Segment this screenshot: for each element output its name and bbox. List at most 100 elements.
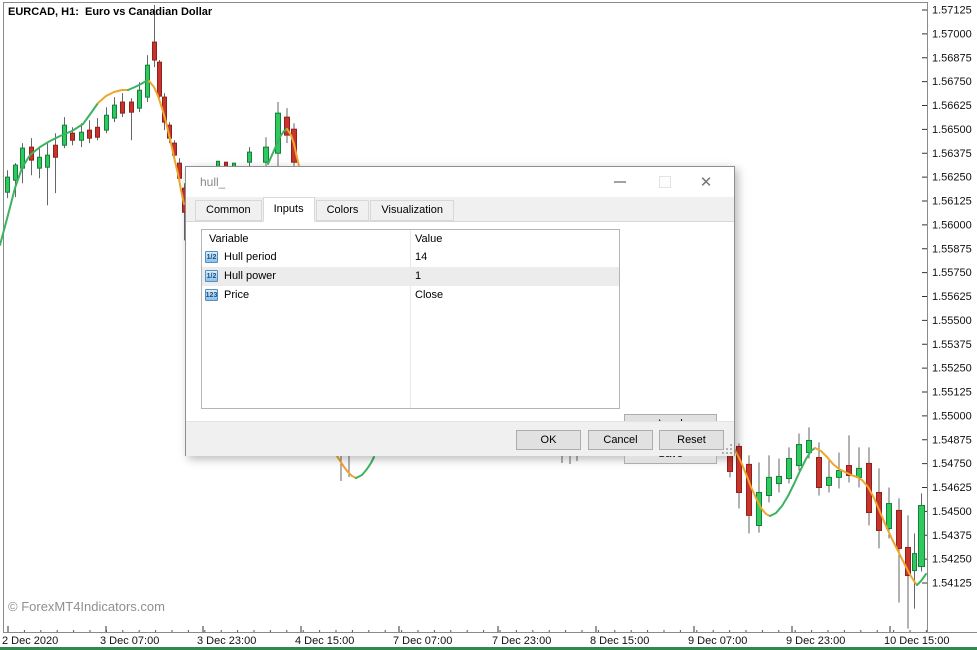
candle xyxy=(897,510,902,548)
minimize-icon xyxy=(614,181,626,183)
candle xyxy=(837,471,842,478)
candle xyxy=(14,165,18,180)
candle xyxy=(777,476,782,483)
dialog-content: Variable Value 1/2 Hull period 14 1/2 Hu… xyxy=(186,222,734,421)
price-tick-label: 1.55375 xyxy=(932,339,972,351)
time-tick-label: 4 Dec 15:00 xyxy=(295,635,354,647)
candle xyxy=(46,155,50,167)
price-tick-label: 1.56375 xyxy=(932,148,972,160)
price-tick-label: 1.55000 xyxy=(932,410,972,422)
resize-grip-icon[interactable] xyxy=(722,444,733,455)
price-tick-label: 1.56875 xyxy=(932,52,972,64)
price-tick-label: 1.54125 xyxy=(932,578,972,590)
time-axis[interactable]: 2 Dec 20203 Dec 07:003 Dec 23:004 Dec 15… xyxy=(2,626,949,647)
candle xyxy=(887,504,892,529)
candle xyxy=(105,115,109,130)
candle xyxy=(797,445,802,466)
param-value[interactable]: 1 xyxy=(415,267,421,286)
table-row-hull-power[interactable]: 1/2 Hull power 1 xyxy=(202,267,619,286)
candle xyxy=(153,42,157,60)
candle xyxy=(747,464,752,515)
candle xyxy=(130,102,134,112)
price-tick-label: 1.56000 xyxy=(932,219,972,231)
table-row-price[interactable]: 123 Price Close xyxy=(202,286,619,305)
candle xyxy=(827,477,832,485)
candle xyxy=(158,62,162,96)
watermark: © ForexMT4Indicators.com xyxy=(8,599,165,614)
candle xyxy=(88,130,92,138)
numeric-param-icon: 1/2 xyxy=(205,251,218,263)
time-tick-label: 9 Dec 23:00 xyxy=(786,635,845,647)
price-tick-label: 1.55750 xyxy=(932,267,972,279)
candle xyxy=(264,147,269,162)
price-tick-label: 1.55625 xyxy=(932,291,972,303)
dialog-footer: OK Cancel Reset xyxy=(186,421,734,456)
candle xyxy=(71,133,75,140)
candle xyxy=(80,132,84,140)
price-tick-label: 1.57000 xyxy=(932,28,972,40)
candle xyxy=(6,177,10,192)
price-tick-label: 1.57125 xyxy=(932,5,972,17)
indicator-dialog: hull_ ✕ Common Inputs Colors Visualizati… xyxy=(185,166,735,456)
close-icon: ✕ xyxy=(700,175,713,190)
price-tick-label: 1.54375 xyxy=(932,530,972,542)
candle xyxy=(96,127,100,137)
price-tick-label: 1.54625 xyxy=(932,482,972,494)
maximize-icon xyxy=(659,176,671,188)
column-header-value: Value xyxy=(415,230,442,249)
hma-down-segment xyxy=(98,90,128,103)
close-button[interactable]: ✕ xyxy=(690,167,722,197)
hma-down-segment xyxy=(337,456,356,478)
price-tick-label: 1.55125 xyxy=(932,387,972,399)
time-tick-label: 7 Dec 07:00 xyxy=(393,635,452,647)
candle xyxy=(113,105,117,118)
price-tick-label: 1.56750 xyxy=(932,76,972,88)
time-tick-label: 7 Dec 23:00 xyxy=(492,635,551,647)
table-row-hull-period[interactable]: 1/2 Hull period 14 xyxy=(202,248,619,267)
param-name: Hull power xyxy=(224,267,276,286)
param-value[interactable]: Close xyxy=(415,286,443,305)
dialog-tabs: Common Inputs Colors Visualization xyxy=(186,197,734,222)
candle xyxy=(121,102,125,113)
price-tick-label: 1.56500 xyxy=(932,124,972,136)
candle xyxy=(919,505,925,566)
parameters-table: Variable Value 1/2 Hull period 14 1/2 Hu… xyxy=(201,229,620,409)
price-tick-label: 1.56250 xyxy=(932,172,972,184)
numeric-param-icon: 1/2 xyxy=(205,270,218,282)
mt5-chart-window: 1.57125 1.57000 1.56875 1.56750 1.56625 1.565… xyxy=(0,0,977,650)
param-value[interactable]: 14 xyxy=(415,248,427,267)
candle xyxy=(817,458,822,488)
time-tick-label: 8 Dec 15:00 xyxy=(590,635,649,647)
price-axis[interactable]: 1.57125 1.57000 1.56875 1.56750 1.56625 1.565… xyxy=(922,5,972,590)
maximize-button xyxy=(649,167,681,197)
param-name: Hull period xyxy=(224,248,277,267)
price-tick-label: 1.56125 xyxy=(932,196,972,208)
price-tick-label: 1.54875 xyxy=(932,434,972,446)
time-tick-label: 3 Dec 07:00 xyxy=(100,635,159,647)
price-tick-label: 1.55500 xyxy=(932,315,972,327)
price-tick-label: 1.55250 xyxy=(932,363,972,375)
candle xyxy=(138,90,142,108)
price-tick-label: 1.55875 xyxy=(932,243,972,255)
candle xyxy=(787,458,792,478)
price-tick-label: 1.54250 xyxy=(932,554,972,566)
tab-common[interactable]: Common xyxy=(195,200,262,221)
price-tick-label: 1.54500 xyxy=(932,506,972,518)
minimize-button[interactable] xyxy=(604,167,636,197)
reset-button[interactable]: Reset xyxy=(659,430,724,450)
enum-param-icon: 123 xyxy=(205,289,218,301)
ok-button[interactable]: OK xyxy=(516,430,581,450)
dialog-titlebar[interactable]: hull_ ✕ xyxy=(186,167,734,197)
time-tick-label: 2 Dec 2020 xyxy=(2,635,58,647)
chart-symbol-title: EURCAD, H1: Euro vs Canadian Dollar xyxy=(8,6,212,18)
tab-inputs[interactable]: Inputs xyxy=(263,197,315,222)
candle xyxy=(248,152,252,162)
cancel-button[interactable]: Cancel xyxy=(588,430,653,450)
price-tick-label: 1.56625 xyxy=(932,100,972,112)
time-tick-label: 10 Dec 15:00 xyxy=(884,635,949,647)
column-header-variable: Variable xyxy=(209,230,249,249)
tab-visualization[interactable]: Visualization xyxy=(370,200,454,221)
candle xyxy=(767,477,772,495)
hma-up-segment xyxy=(356,457,374,478)
tab-colors[interactable]: Colors xyxy=(316,200,370,221)
